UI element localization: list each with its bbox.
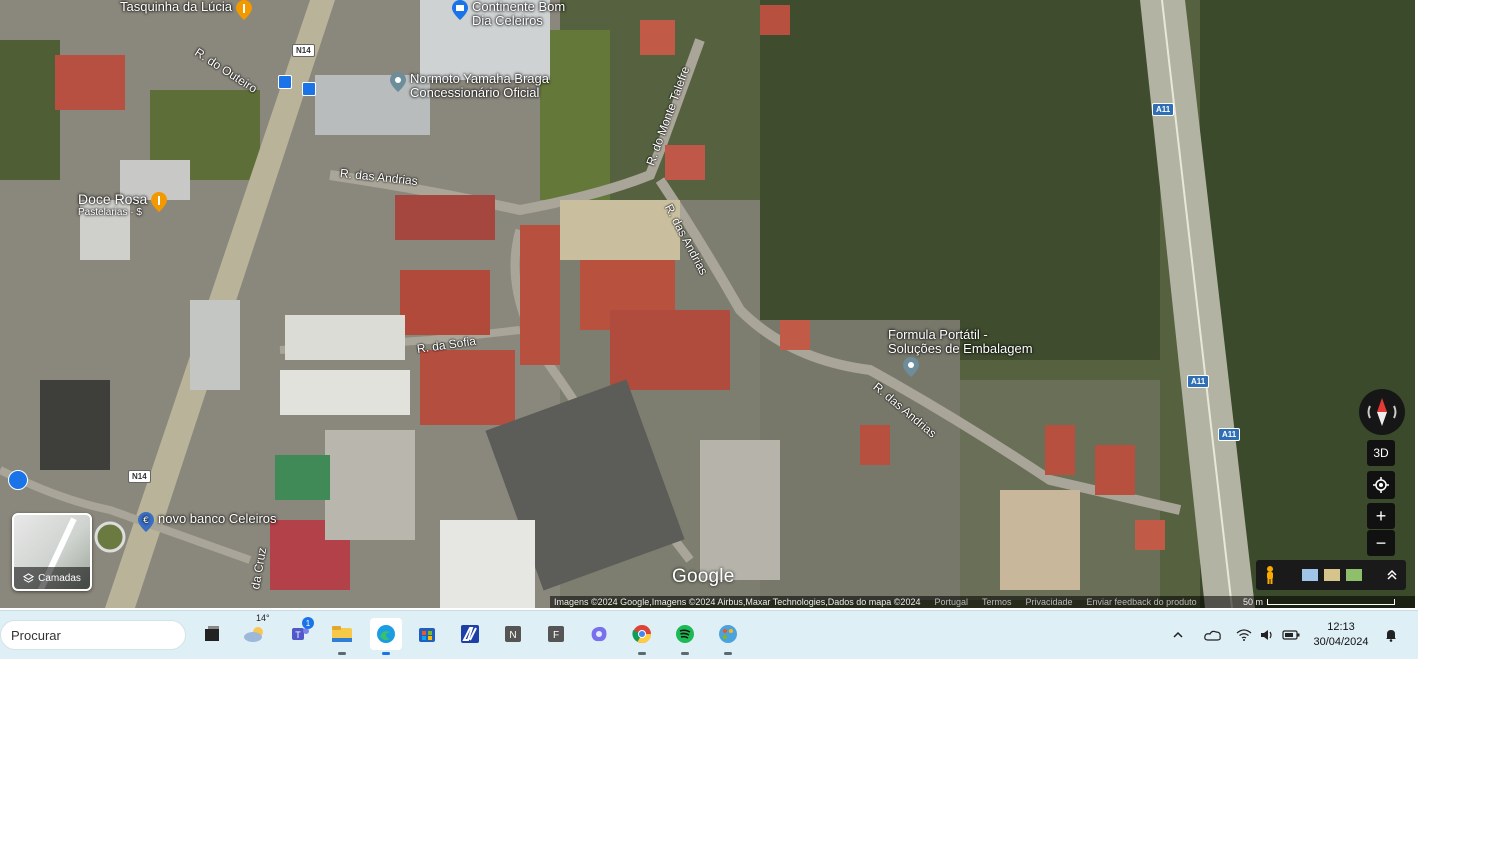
quick-settings-button[interactable] [1236, 611, 1300, 659]
road-shield-a11: A11 [1152, 103, 1175, 116]
compass-icon [1367, 398, 1397, 426]
place-formula-portatil[interactable]: Formula Portátil - Soluções de Embalagem [888, 328, 1033, 356]
link-terms[interactable]: Termos [982, 597, 1012, 607]
imagery-thumb[interactable] [1324, 569, 1340, 581]
app-blue-icon[interactable] [457, 621, 483, 647]
bell-icon [1386, 630, 1396, 642]
satellite-map[interactable]: Tasquinha da Lúcia Continente Bom Dia Cel… [0, 0, 1415, 608]
my-location-button[interactable] [1367, 471, 1395, 499]
svg-text:N: N [509, 630, 516, 641]
svg-text:F: F [553, 630, 559, 641]
imagery-thumb[interactable] [1346, 569, 1362, 581]
road-shield-n14: N14 [292, 44, 315, 57]
link-privacy[interactable]: Privacidade [1026, 597, 1073, 607]
place-tasquinha-da-lucia[interactable]: Tasquinha da Lúcia [120, 0, 253, 20]
onedrive-icon[interactable] [1204, 611, 1222, 659]
place-doce-rosa[interactable]: Doce Rosa Pastelarias · $ [78, 192, 168, 220]
store-icon[interactable] [414, 621, 440, 647]
road-shield-a11: A11 [1218, 428, 1241, 441]
link-portugal[interactable]: Portugal [934, 597, 968, 607]
scale-bar[interactable]: 50 m [1243, 597, 1395, 607]
google-logo: Google [672, 566, 735, 587]
place-continente-bom-dia[interactable]: Continente Bom Dia Celeiros [452, 0, 565, 28]
road-shield-n14: N14 [128, 470, 151, 483]
chevron-up-icon[interactable] [1386, 569, 1398, 581]
weather-icon[interactable]: 14° [242, 613, 270, 647]
edge-icon[interactable] [370, 618, 402, 655]
paint-icon[interactable] [715, 621, 741, 655]
teams-icon[interactable]: T 1 [287, 617, 314, 647]
road-shield-a11: A11 [1187, 375, 1210, 388]
shopping-pin-icon [452, 0, 468, 20]
volume-icon [1261, 630, 1272, 640]
battery-icon [1282, 630, 1300, 640]
place-normoto-yamaha[interactable]: Normoto Yamaha Braga Concessionário Ofici… [390, 72, 549, 100]
file-explorer-icon[interactable] [329, 621, 355, 655]
place-novo-banco[interactable]: € novo banco Celeiros [138, 512, 277, 532]
zoom-out-button[interactable]: − [1367, 530, 1395, 556]
bus-stop-icon[interactable] [278, 75, 292, 89]
task-view-icon[interactable] [199, 621, 225, 647]
restaurant-pin-icon [236, 0, 253, 20]
attribution-text: Imagens ©2024 Google,Imagens ©2024 Airbu… [554, 597, 921, 607]
svg-text:T: T [295, 630, 301, 640]
layers-button[interactable]: Camadas [12, 513, 92, 591]
clock[interactable]: 12:13 30/04/2024 [1306, 620, 1376, 650]
search-box[interactable]: Procurar [0, 620, 186, 650]
chrome-icon[interactable] [629, 621, 655, 655]
tilt-3d-button[interactable]: 3D [1367, 440, 1395, 466]
bank-pin-icon: € [138, 512, 154, 532]
copilot-icon[interactable] [586, 621, 612, 647]
notion-icon[interactable]: N [500, 621, 526, 647]
layers-icon [23, 572, 35, 583]
compass-button[interactable] [1359, 389, 1405, 435]
taskbar: Procurar 14° T 1 N F 12:13 30/04/2024 [0, 610, 1418, 659]
app-f-icon[interactable]: F [543, 621, 569, 647]
gas-station-icon[interactable] [8, 470, 28, 490]
street-view-bar [1256, 560, 1406, 590]
attribution-bar: Imagens ©2024 Google,Imagens ©2024 Airbu… [550, 596, 1415, 608]
place-pin-icon[interactable] [903, 357, 919, 377]
notification-badge: 1 [302, 617, 314, 629]
wifi-icon [1236, 629, 1252, 641]
place-pin-icon [390, 72, 406, 92]
notifications-button[interactable] [1384, 611, 1398, 659]
bus-stop-icon[interactable] [302, 82, 316, 96]
spotify-icon[interactable] [672, 621, 698, 655]
my-location-icon [1373, 477, 1389, 493]
pegman-icon[interactable] [1264, 566, 1276, 584]
imagery-thumb[interactable] [1302, 569, 1318, 581]
show-hidden-icons-button[interactable] [1172, 611, 1184, 659]
chevron-up-icon [1173, 631, 1183, 638]
svg-text:€: € [143, 516, 149, 526]
zoom-in-button[interactable]: + [1367, 503, 1395, 529]
link-feedback[interactable]: Enviar feedback do produto [1087, 597, 1197, 607]
restaurant-pin-icon [151, 192, 168, 212]
